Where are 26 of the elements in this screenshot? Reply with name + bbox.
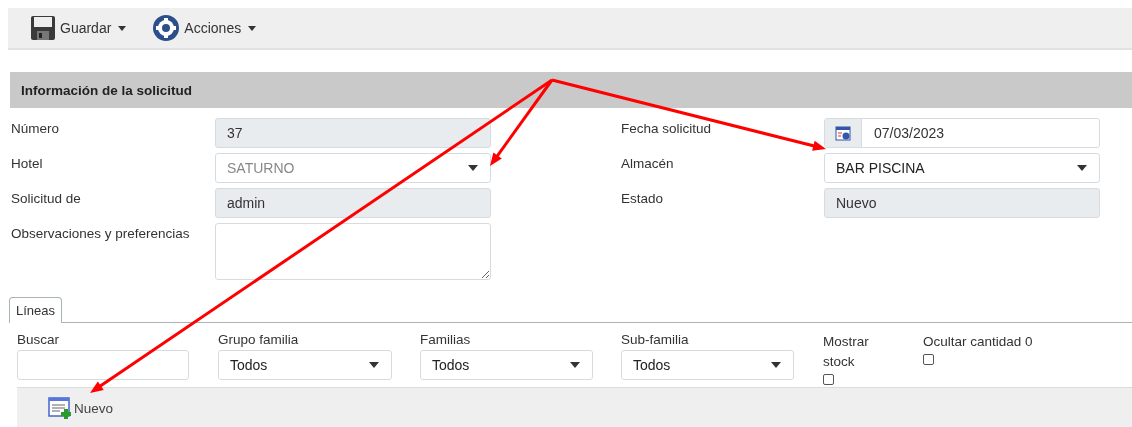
readonly-field: 37 [215,118,491,148]
field-label: Fecha solicitud [621,120,713,138]
field-label: Número [11,120,60,138]
field-label: Almacén [621,155,675,173]
date-field[interactable]: 07/03/2023 [824,118,1100,148]
new-button[interactable]: Nuevo [48,396,114,420]
readonly-field: Nuevo [824,188,1100,218]
field-label: Estado [621,190,665,208]
select-field[interactable]: Todos [420,350,593,380]
select-field[interactable]: BAR PISCINA [824,153,1100,183]
field-label: Familias [420,332,472,347]
checkbox-label: Mostrar stock [823,333,870,371]
field-label: Grupo familia [218,332,300,347]
toolbar-button[interactable]: Acciones [152,14,257,42]
checkbox-label: Ocultar cantidad 0 [923,333,1034,351]
toolbar-button[interactable]: Guardar [30,15,127,41]
field-label: Sub-familia [621,332,690,347]
field-label: Hotel [11,155,44,173]
select-field[interactable]: Todos [621,350,794,380]
field-label: Observaciones y preferencias [11,225,191,243]
select-field[interactable]: Todos [218,350,392,380]
section-title: Información de la solicitud [21,82,193,98]
field-label: Solicitud de [11,190,82,208]
tab[interactable]: Líneas [9,297,63,323]
field-label: Buscar [17,332,61,347]
readonly-field: admin [215,188,491,218]
